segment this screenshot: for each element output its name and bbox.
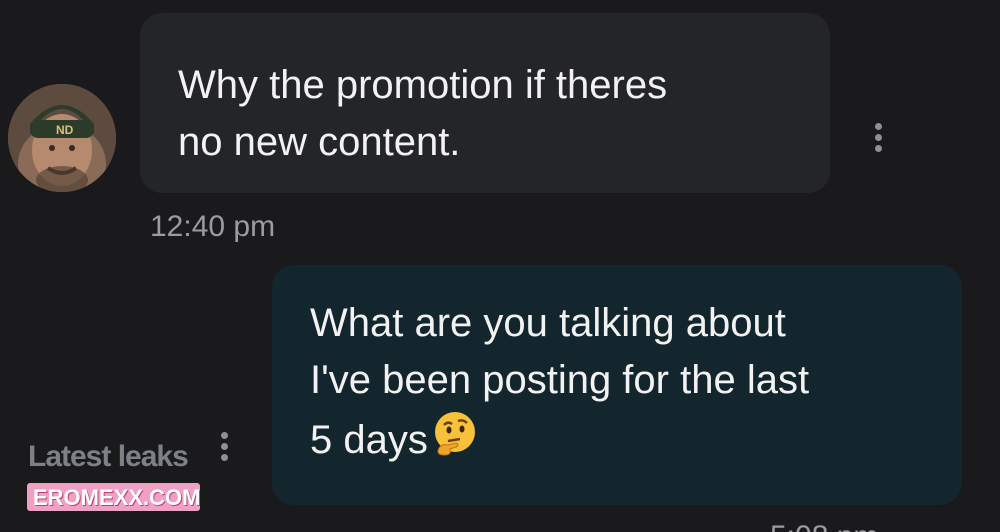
incoming-message-line: Why the promotion if theres: [178, 63, 668, 107]
outgoing-message-line: 5 days: [310, 418, 428, 462]
message-options-icon[interactable]: [217, 432, 231, 461]
outgoing-message-bubble[interactable]: What are you talking about I've been pos…: [272, 265, 962, 505]
outgoing-message-line: I've been posting for the last: [310, 358, 810, 402]
watermark-text: Latest leaks: [28, 440, 189, 473]
outgoing-message-line: What are you talking about: [310, 301, 786, 345]
outgoing-message-line-last: 5 days: [310, 409, 940, 475]
incoming-message-text: Why the promotion if theres no new conte…: [178, 57, 798, 171]
watermark-badge: EROMEXX.COM: [27, 483, 200, 511]
message-timestamp: 12:40 pm: [150, 210, 276, 243]
outgoing-message-text: What are you talking about I've been pos…: [310, 295, 940, 475]
sender-avatar[interactable]: ND: [8, 84, 116, 192]
watermark-url: EROMEXX.COM: [33, 485, 201, 510]
thinking-face-icon: [430, 409, 480, 475]
chat-screen: ND Why the promotion if theres no new co…: [0, 0, 1000, 532]
avatar-image: ND: [8, 84, 116, 192]
incoming-message-line: no new content.: [178, 120, 461, 164]
message-timestamp: 5:08 pm: [770, 520, 878, 532]
message-options-icon[interactable]: [871, 123, 885, 152]
svg-text:ND: ND: [56, 123, 74, 137]
incoming-message-bubble[interactable]: Why the promotion if theres no new conte…: [140, 13, 830, 193]
